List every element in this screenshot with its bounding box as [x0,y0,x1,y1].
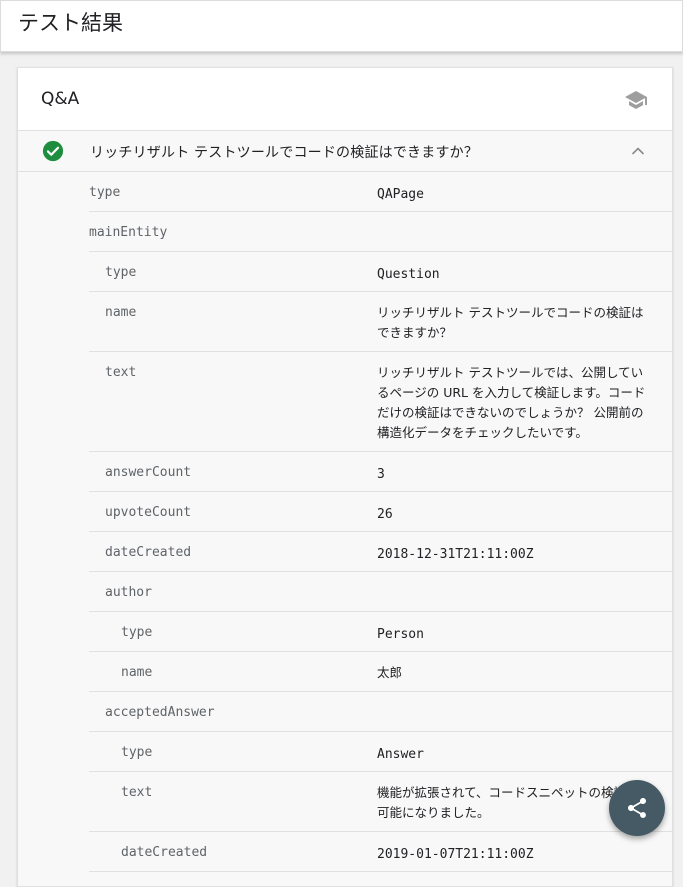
property-row: acceptedAnswer [89,692,672,732]
property-row: author [89,572,672,612]
page-title: テスト結果 [18,11,123,35]
property-row: type Person [89,612,672,652]
property-row: dateCreated 2019-01-07T21:11:00Z [89,832,672,872]
property-value: Person [377,627,424,642]
property-row: text 機能が拡張されて、コードスニペットの検証が可能になりました。 [89,772,672,832]
property-key: dateCreated [105,545,192,560]
property-value: リッチリザルト テストツールでコードの検証はできますか？ [377,305,644,340]
property-value: 3 [377,467,385,482]
property-key: type [105,265,137,280]
property-key: name [105,305,137,320]
property-row: mainEntity [89,212,672,252]
property-value: 2019-01-07T21:11:00Z [377,847,534,862]
property-value: 26 [377,507,393,522]
property-value: Answer [377,747,424,762]
property-key: author [105,585,152,600]
property-row: name リッチリザルト テストツールでコードの検証はできますか？ [89,292,672,352]
property-key: mainEntity [89,225,168,240]
property-key: type [89,185,121,200]
property-key: type [121,625,153,640]
property-key: name [121,665,153,680]
card-title: Q&A [41,89,80,109]
chevron-up-icon[interactable] [630,143,646,159]
card-header: Q&A [18,68,672,131]
property-key: text [105,365,137,380]
result-card: Q&A リッチリザルト テストツールでコードの検証はできますか？ type QA… [17,67,673,887]
graduation-cap-icon [625,91,647,109]
top-app-bar: テスト結果 [0,0,683,52]
property-row: answerCount 3 [89,452,672,492]
property-key: upvoteCount [105,505,192,520]
property-row: type Answer [89,732,672,772]
property-key: answerCount [105,465,192,480]
property-row: dateCreated 2018-12-31T21:11:00Z [89,532,672,572]
property-value: 太郎 [377,665,403,680]
property-value: 機能が拡張されて、コードスニペットの検証が可能になりました。 [377,785,639,820]
property-list: type QAPage mainEntity type Question nam… [18,172,672,872]
property-value: QAPage [377,187,424,202]
check-circle-icon [42,140,64,162]
qa-item-title: リッチリザルト テストツールでコードの検証はできますか？ [90,145,479,161]
share-button[interactable] [609,780,665,836]
property-value: Question [377,267,440,282]
property-value: リッチリザルト テストツールでは、公開しているページの URL を入力して検証し… [377,365,646,440]
property-row: type Question [89,252,672,292]
property-key: acceptedAnswer [105,705,215,720]
property-row: upvoteCount 26 [89,492,672,532]
qa-item-header[interactable]: リッチリザルト テストツールでコードの検証はできますか？ [18,131,672,172]
share-icon [628,798,646,818]
property-row: name 太郎 [89,652,672,692]
property-key: text [121,785,153,800]
property-key: dateCreated [121,845,208,860]
property-key: type [121,745,153,760]
property-row: text リッチリザルト テストツールでは、公開しているページの URL を入力… [89,352,672,452]
property-row: type QAPage [89,172,672,212]
property-value: 2018-12-31T21:11:00Z [377,547,534,562]
